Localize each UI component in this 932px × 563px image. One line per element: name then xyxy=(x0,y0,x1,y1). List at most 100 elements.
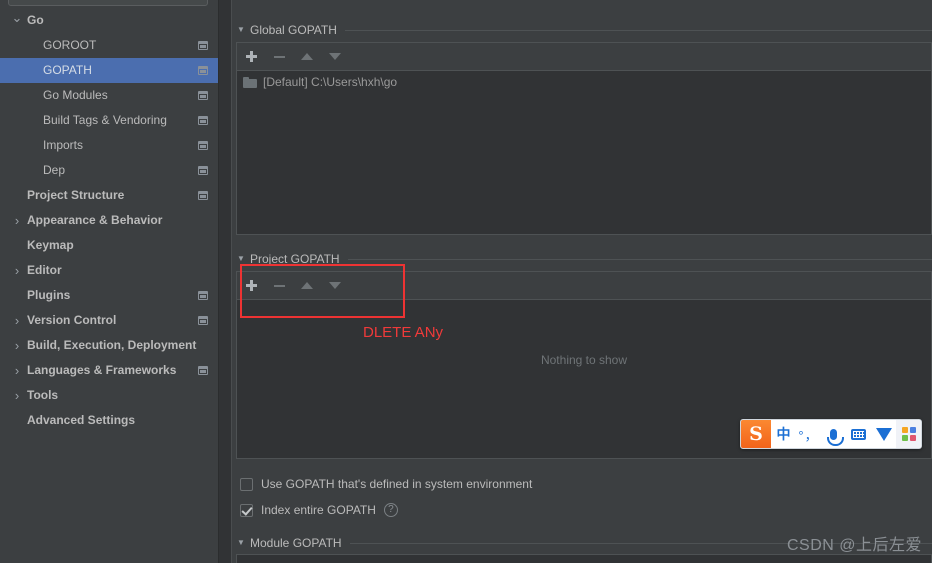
section-header-global-gopath[interactable]: ▼ Global GOPATH xyxy=(232,20,932,40)
sidebar-item-goroot[interactable]: GOROOT xyxy=(0,33,218,58)
tshirt-glyph xyxy=(875,427,892,441)
sidebar-item-label: GOROOT xyxy=(43,38,97,52)
section-header-project-gopath[interactable]: ▼ Project GOPATH xyxy=(232,249,932,269)
sidebar-item-label: Appearance & Behavior xyxy=(27,213,163,227)
restore-window-icon[interactable] xyxy=(198,41,208,50)
sidebar-item-keymap[interactable]: Keymap xyxy=(0,233,218,258)
project-gopath-move-down-button[interactable] xyxy=(321,273,349,299)
folder-icon xyxy=(243,76,257,88)
section-title-module-gopath: Module GOPATH xyxy=(250,536,342,550)
minus-icon xyxy=(273,55,285,58)
section-rule xyxy=(347,258,932,260)
settings-dialog: ⌄ Go GOROOT GOPATH Go Modules Build Tags & Ve… xyxy=(0,0,932,563)
sidebar-item-go-modules[interactable]: Go Modules xyxy=(0,83,218,108)
global-gopath-move-down-button[interactable] xyxy=(321,44,349,70)
restore-window-icon[interactable] xyxy=(198,141,208,150)
global-gopath-list[interactable]: [Default] C:\Users\hxh\go xyxy=(236,70,932,235)
keyboard-glyph xyxy=(851,428,866,440)
sidebar-item-build-tags-vendoring[interactable]: Build Tags & Vendoring xyxy=(0,108,218,133)
global-gopath-move-up-button[interactable] xyxy=(293,44,321,70)
chevron-right-icon[interactable]: › xyxy=(11,333,23,358)
toolbox-icon[interactable] xyxy=(896,420,921,448)
checkbox-row-use-system-gopath[interactable]: Use GOPATH that's defined in system envi… xyxy=(240,475,532,493)
sidebar-item-label: Tools xyxy=(27,388,59,402)
csdn-watermark: CSDN @上后左爱 xyxy=(786,537,922,554)
microphone-glyph xyxy=(827,428,844,446)
module-gopath-list[interactable] xyxy=(236,554,932,563)
sidebar-item-dep[interactable]: Dep xyxy=(0,158,218,183)
sidebar-item-label: Dep xyxy=(43,163,66,177)
checkbox-row-index-entire-gopath[interactable]: Index entire GOPATH ? xyxy=(240,501,398,519)
sidebar-item-label: Go xyxy=(27,13,44,27)
project-gopath-add-button[interactable] xyxy=(237,273,265,299)
sidebar-item-label: Editor xyxy=(27,263,62,277)
restore-window-icon[interactable] xyxy=(198,66,208,75)
sidebar-item-plugins[interactable]: Plugins xyxy=(0,283,218,308)
project-gopath-toolbar xyxy=(236,271,932,299)
sidebar-splitter[interactable] xyxy=(218,0,232,563)
sidebar-item-project-structure[interactable]: Project Structure xyxy=(0,183,218,208)
list-item[interactable]: [Default] C:\Users\hxh\go xyxy=(237,71,931,93)
plus-icon xyxy=(245,280,257,291)
skin-icon[interactable] xyxy=(871,420,896,448)
search-input[interactable] xyxy=(8,0,208,6)
sidebar-item-gopath[interactable]: GOPATH xyxy=(0,58,218,83)
annotation-text: DLETE ANy xyxy=(363,324,444,341)
sidebar-item-languages-frameworks[interactable]: › Languages & Frameworks xyxy=(0,358,218,383)
global-gopath-add-button[interactable] xyxy=(237,44,265,70)
punctuation-mode-icon[interactable]: °， xyxy=(796,420,821,448)
restore-window-icon[interactable] xyxy=(198,91,208,100)
chevron-right-icon[interactable]: › xyxy=(11,383,23,408)
gopath-entry-label: [Default] C:\Users\hxh\go xyxy=(263,75,398,89)
sidebar-item-tools[interactable]: › Tools xyxy=(0,383,218,408)
help-icon[interactable]: ? xyxy=(383,503,398,517)
index-entire-gopath-checkbox[interactable] xyxy=(240,503,253,517)
sogou-ime-toolbar[interactable]: S 中 °， xyxy=(740,419,922,449)
use-system-gopath-checkbox[interactable] xyxy=(240,477,253,491)
sidebar-item-editor[interactable]: › Editor xyxy=(0,258,218,283)
restore-window-icon[interactable] xyxy=(198,116,208,125)
section-title-global-gopath: Global GOPATH xyxy=(250,23,337,37)
index-entire-gopath-label: Index entire GOPATH xyxy=(261,503,376,517)
voice-input-icon[interactable] xyxy=(821,420,846,448)
sidebar-item-version-control[interactable]: › Version Control xyxy=(0,308,218,333)
project-gopath-empty-message: Nothing to show xyxy=(540,353,628,367)
restore-window-icon[interactable] xyxy=(198,291,208,300)
arrow-down-icon xyxy=(329,53,341,60)
chevron-right-icon[interactable]: › xyxy=(11,358,23,383)
section-title-project-gopath: Project GOPATH xyxy=(250,252,340,266)
sogou-logo-icon[interactable]: S xyxy=(741,420,771,448)
use-system-gopath-label: Use GOPATH that's defined in system envi… xyxy=(261,477,533,491)
sidebar-item-build-execution-deployment[interactable]: › Build, Execution, Deployment xyxy=(0,333,218,358)
chevron-right-icon[interactable]: › xyxy=(11,258,23,283)
chevron-down-icon[interactable]: ▼ xyxy=(232,26,250,34)
chevron-down-icon[interactable]: ⌄ xyxy=(11,8,23,33)
restore-window-icon[interactable] xyxy=(198,191,208,200)
sidebar-item-label: Version Control xyxy=(27,313,117,327)
restore-window-icon[interactable] xyxy=(198,166,208,175)
global-gopath-remove-button[interactable] xyxy=(265,44,293,70)
sidebar-item-imports[interactable]: Imports xyxy=(0,133,218,158)
arrow-up-icon xyxy=(301,282,313,289)
restore-window-icon[interactable] xyxy=(198,366,208,375)
minus-icon xyxy=(273,284,285,287)
plus-icon xyxy=(245,51,257,62)
sidebar-item-label: Imports xyxy=(43,138,84,152)
soft-keyboard-icon[interactable] xyxy=(846,420,871,448)
restore-window-icon[interactable] xyxy=(198,316,208,325)
sidebar-item-label: Build, Execution, Deployment xyxy=(27,338,197,352)
chevron-down-icon[interactable]: ▼ xyxy=(232,255,250,263)
sidebar-item-advanced-settings[interactable]: Advanced Settings xyxy=(0,408,218,433)
sidebar-item-label: Keymap xyxy=(27,238,74,252)
project-gopath-remove-button[interactable] xyxy=(265,273,293,299)
chevron-down-icon[interactable]: ▼ xyxy=(232,539,250,547)
language-mode-icon[interactable]: 中 xyxy=(771,420,796,448)
sidebar-item-appearance-behavior[interactable]: › Appearance & Behavior xyxy=(0,208,218,233)
sidebar-item-go[interactable]: ⌄ Go xyxy=(0,8,218,33)
project-gopath-move-up-button[interactable] xyxy=(293,273,321,299)
sidebar-item-label: Build Tags & Vendoring xyxy=(43,113,167,127)
chevron-right-icon[interactable]: › xyxy=(11,208,23,233)
sidebar-item-label: Advanced Settings xyxy=(27,413,136,427)
chevron-right-icon[interactable]: › xyxy=(11,308,23,333)
sidebar-item-label: Project Structure xyxy=(27,188,125,202)
